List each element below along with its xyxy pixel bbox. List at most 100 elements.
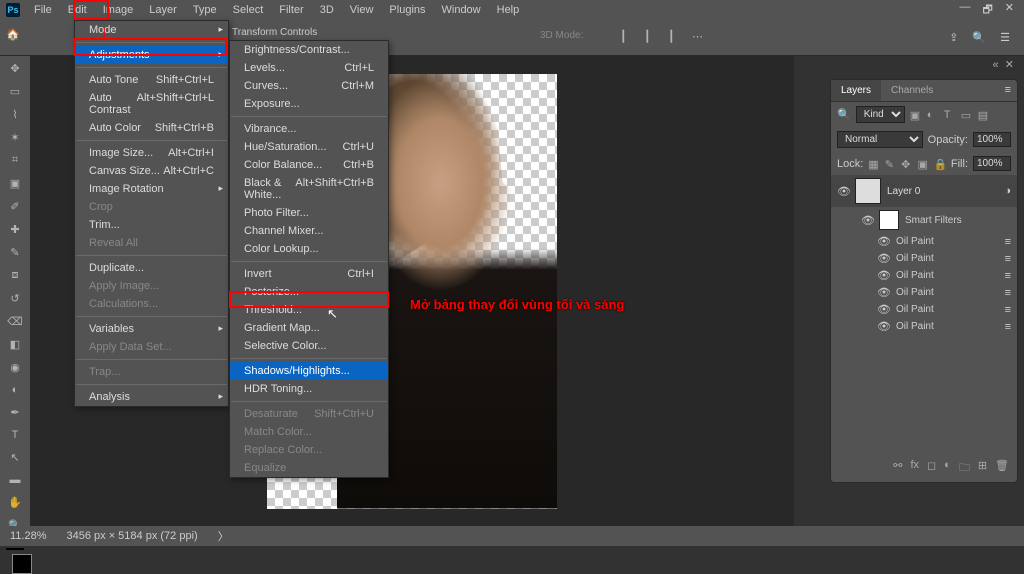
settings-icon[interactable]: ☰ [1000, 31, 1010, 44]
filter-row[interactable]: 👁Oil Paint≡ [831, 267, 1017, 284]
menu-vibrance[interactable]: Vibrance... [230, 120, 388, 138]
trash-icon[interactable]: 🗑 [995, 459, 1009, 478]
type-tool-icon[interactable]: T [7, 429, 23, 441]
marquee-tool-icon[interactable]: ▭ [7, 85, 23, 98]
menu-adjustments[interactable]: Adjustments [75, 46, 228, 64]
history-brush-icon[interactable]: ↺ [7, 292, 23, 305]
color-swatches[interactable] [6, 548, 24, 550]
stamp-tool-icon[interactable]: ⧈ [7, 269, 23, 282]
visibility-icon[interactable]: 👁 [837, 185, 849, 198]
win-restore-icon[interactable]: 🗗 [982, 1, 992, 20]
adjustment-layer-icon[interactable]: ◐ [944, 459, 951, 478]
win-min-icon[interactable]: — [959, 1, 970, 20]
pen-tool-icon[interactable]: ✒ [7, 406, 23, 419]
search-icon[interactable]: 🔍 [972, 31, 986, 44]
menu-brightness-contrast[interactable]: Brightness/Contrast... [230, 41, 388, 59]
group-icon[interactable]: 🗀 [959, 459, 970, 478]
smart-filters-row[interactable]: 👁 Smart Filters [831, 207, 1017, 233]
menu-image[interactable]: Image [95, 1, 142, 19]
link-layers-icon[interactable]: ⚯ [893, 459, 902, 478]
menu-help[interactable]: Help [489, 1, 528, 19]
filter-type-icon[interactable]: T [944, 109, 956, 121]
collapse-icon[interactable]: « [993, 59, 999, 71]
menu-3d[interactable]: 3D [312, 1, 342, 19]
menu-trim[interactable]: Trim... [75, 216, 228, 234]
panel-menu-icon[interactable]: ≡ [999, 80, 1017, 101]
tab-layers[interactable]: Layers [831, 80, 881, 101]
menu-color-lookup[interactable]: Color Lookup... [230, 240, 388, 258]
menu-type[interactable]: Type [185, 1, 225, 19]
crop-tool-icon[interactable]: ⌗ [7, 154, 23, 167]
lock-pixels-icon[interactable]: ✎ [885, 158, 896, 170]
visibility-icon[interactable]: 👁 [877, 320, 891, 333]
layer-name[interactable]: Layer 0 [887, 186, 920, 197]
home-icon[interactable]: 🏠 [6, 28, 26, 48]
menu-auto-tone[interactable]: Auto ToneShift+Ctrl+L [75, 71, 228, 89]
menu-edit[interactable]: Edit [60, 1, 95, 19]
filter-shape-icon[interactable]: ▭ [961, 109, 973, 121]
align-left-icon[interactable]: ┃ [620, 30, 634, 44]
menu-plugins[interactable]: Plugins [381, 1, 433, 19]
menu-threshold[interactable]: Threshold... [230, 301, 388, 319]
shape-tool-icon[interactable]: ▬ [7, 474, 23, 486]
lock-artboard-icon[interactable]: ▣ [917, 158, 928, 170]
menu-shadows-highlights[interactable]: Shadows/Highlights... [230, 362, 388, 380]
menu-invert[interactable]: InvertCtrl+I [230, 265, 388, 283]
menu-mode[interactable]: Mode [75, 21, 228, 39]
more-icon[interactable]: ⋯ [692, 30, 706, 44]
filter-row[interactable]: 👁Oil Paint≡ [831, 284, 1017, 301]
layer-style-icon[interactable]: fx [910, 459, 919, 478]
menu-image-size[interactable]: Image Size...Alt+Ctrl+I [75, 144, 228, 162]
filter-image-icon[interactable]: ▣ [910, 109, 922, 121]
visibility-icon[interactable]: 👁 [877, 303, 891, 316]
menu-filter[interactable]: Filter [271, 1, 311, 19]
eraser-tool-icon[interactable]: ⌫ [7, 315, 23, 328]
menu-black-white[interactable]: Black & White...Alt+Shift+Ctrl+B [230, 174, 388, 204]
filter-row[interactable]: 👁Oil Paint≡ [831, 250, 1017, 267]
filter-options-icon[interactable]: ≡ [1005, 253, 1011, 265]
tab-channels[interactable]: Channels [881, 80, 943, 101]
filter-options-icon[interactable]: ≡ [1005, 321, 1011, 333]
smart-object-icon[interactable]: ◑ [1004, 185, 1011, 197]
menu-variables[interactable]: Variables [75, 320, 228, 338]
visibility-icon[interactable]: 👁 [877, 286, 891, 299]
menu-layer[interactable]: Layer [141, 1, 185, 19]
menu-analysis[interactable]: Analysis [75, 388, 228, 406]
gradient-tool-icon[interactable]: ◧ [7, 338, 23, 351]
align-center-icon[interactable]: ┃ [644, 30, 658, 44]
dodge-tool-icon[interactable]: ◐ [7, 384, 23, 396]
status-zoom[interactable]: 11.28% [10, 530, 47, 542]
filter-row[interactable]: 👁Oil Paint≡ [831, 318, 1017, 335]
win-close-icon[interactable]: ✕ [1005, 1, 1014, 20]
visibility-icon[interactable]: 👁 [877, 252, 891, 265]
visibility-icon[interactable]: 👁 [861, 214, 873, 227]
path-tool-icon[interactable]: ↖ [7, 451, 23, 464]
layer-filter-select[interactable]: Kind [856, 106, 905, 123]
filter-row[interactable]: 👁Oil Paint≡ [831, 233, 1017, 250]
menu-auto-contrast[interactable]: Auto ContrastAlt+Shift+Ctrl+L [75, 89, 228, 119]
fill-input[interactable] [973, 156, 1011, 171]
lock-transparent-icon[interactable]: ▦ [868, 158, 879, 170]
menu-color-balance[interactable]: Color Balance...Ctrl+B [230, 156, 388, 174]
menu-hdr-toning[interactable]: HDR Toning... [230, 380, 388, 398]
menu-select[interactable]: Select [225, 1, 272, 19]
lock-all-icon[interactable]: 🔒 [934, 158, 946, 170]
blur-tool-icon[interactable]: ◉ [7, 361, 23, 374]
menu-posterize[interactable]: Posterize... [230, 283, 388, 301]
opacity-input[interactable] [973, 132, 1011, 147]
filter-options-icon[interactable]: ≡ [1005, 304, 1011, 316]
menu-hue-saturation[interactable]: Hue/Saturation...Ctrl+U [230, 138, 388, 156]
lock-position-icon[interactable]: ✥ [901, 158, 912, 170]
menu-duplicate[interactable]: Duplicate... [75, 259, 228, 277]
lasso-tool-icon[interactable]: ⌇ [7, 108, 23, 121]
menu-file[interactable]: File [26, 1, 60, 19]
menu-view[interactable]: View [342, 1, 382, 19]
menu-curves[interactable]: Curves...Ctrl+M [230, 77, 388, 95]
filter-options-icon[interactable]: ≡ [1005, 270, 1011, 282]
layer-mask-icon[interactable]: ◻ [927, 459, 936, 478]
filter-smart-icon[interactable]: ▤ [978, 109, 990, 121]
menu-canvas-size[interactable]: Canvas Size...Alt+Ctrl+C [75, 162, 228, 180]
filter-options-icon[interactable]: ≡ [1005, 236, 1011, 248]
filter-row[interactable]: 👁Oil Paint≡ [831, 301, 1017, 318]
layer-row[interactable]: 👁 Layer 0 ◑ [831, 175, 1017, 207]
